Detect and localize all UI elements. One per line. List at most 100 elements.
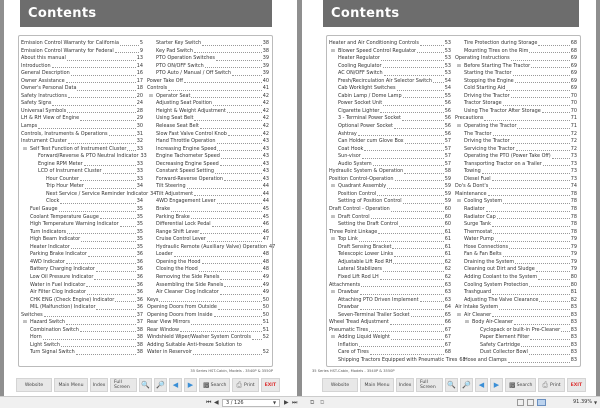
toc-entry[interactable]: Position Control 59 [329, 191, 451, 199]
toc-entry[interactable]: Introduction 14 [21, 63, 143, 71]
collapse-icon[interactable]: ⊟ [331, 48, 335, 56]
toc-entry[interactable]: PTO ON/OFF Switch 39 [147, 63, 269, 71]
toc-entry[interactable]: Battery Charging Indicator 36 [21, 266, 143, 274]
exit-button[interactable]: EXIT [566, 378, 587, 392]
collapse-icon[interactable]: ⊟ [457, 312, 461, 320]
toc-entry[interactable]: LCD of Instrument Cluster 33 [21, 168, 143, 176]
toc-entry[interactable]: Emission Control Warranty for Federal 9 [21, 48, 143, 56]
toc-entry[interactable]: Lamps 30 [21, 123, 143, 131]
toc-entry[interactable]: Tractor Storage 70 [455, 100, 577, 108]
collapse-icon[interactable]: ⊟ [149, 93, 153, 101]
previous-page-icon[interactable]: ◀ [214, 399, 219, 406]
toc-entry[interactable]: Height & Weight Adjustment 42 [147, 108, 269, 116]
toc-entry[interactable]: Radiator 78 [455, 206, 577, 214]
toc-entry[interactable]: ⊟ Blower Speed Control Regulator 53 [329, 48, 451, 56]
toc-entry[interactable]: Cooling System Protection 80 [455, 282, 577, 290]
toc-entry[interactable]: Servicing the Tractor 72 [455, 146, 577, 154]
toc-entry[interactable]: Constant Speed Setting 43 [147, 168, 269, 176]
toc-entry[interactable]: Adjustable Lift Rod RH 62 [329, 259, 451, 267]
toc-entry[interactable]: Light Switch 38 [21, 342, 143, 350]
toc-entry[interactable]: Air Filter Clog Indicator 36 [21, 289, 143, 297]
website-button[interactable]: Website [322, 378, 358, 392]
toc-entry[interactable]: Instrument Cluster 32 [21, 138, 143, 146]
toc-entry[interactable]: Hose Connections 79 [455, 244, 577, 252]
toc-entry[interactable]: Draft Control - Operation 60 [329, 206, 451, 214]
toc-entry[interactable]: The Tractor 72 [455, 131, 577, 139]
search-button[interactable]: ▩ Search [505, 378, 537, 392]
toc-entry[interactable]: Parking Brake 45 [147, 214, 269, 222]
toc-entry[interactable]: 4WD Engagement Lever 44 [147, 198, 269, 206]
toc-entry[interactable]: Forward/Reverse & PTO Neutral Indicator 3… [21, 153, 147, 161]
toc-entry[interactable]: Safety Cartridge 83 [455, 342, 577, 350]
toc-entry[interactable]: 3 - Terminal Power Socket 56 [329, 115, 451, 123]
toc-entry[interactable]: Drawbar 64 [329, 304, 451, 312]
toc-entry[interactable]: Hour Counter 33 [21, 176, 143, 184]
toc-entry[interactable]: Hydraulic Remote (Auxiliary Valve) Opera… [147, 244, 275, 252]
toc-entry[interactable]: Pneumatic Tires 67 [329, 327, 451, 335]
toc-entry[interactable]: Range Shift Lever 46 [147, 229, 269, 237]
toc-entry[interactable]: PTO Auto / Manual / Off Switch 39 [147, 70, 269, 78]
toc-entry[interactable]: Cyclopack or built-in Pre-Cleaner 83 [455, 327, 577, 335]
toc-entry[interactable]: Cruise Control Lever 47 [147, 236, 269, 244]
first-page-icon[interactable]: ⏮ [206, 399, 211, 407]
toc-entry[interactable]: ⊟ Operating the Tractor 71 [455, 123, 577, 131]
toc-entry[interactable]: Owner Assistance 17 [21, 78, 143, 86]
full-screen-button[interactable]: Full Screen [416, 378, 443, 392]
last-page-icon[interactable]: ⏭ [292, 399, 297, 407]
website-button[interactable]: Website [16, 378, 52, 392]
main-menu-button[interactable]: Main Menu [360, 378, 394, 392]
toc-entry[interactable]: Fuel Gauge 35 [21, 206, 143, 214]
toc-entry[interactable]: Release Seat Belt 42 [147, 123, 269, 131]
toc-entry[interactable]: Draining the System 79 [455, 259, 577, 267]
toc-entry[interactable]: Trip Hour Meter 34 [21, 183, 143, 191]
collapse-icon[interactable]: ⊟ [331, 183, 335, 191]
toc-entry[interactable]: ⊟ Adding Liquid Weight 67 [329, 334, 451, 342]
toc-entry[interactable]: Windshield Wiper/Washer System Controls 5… [147, 334, 269, 342]
toc-entry[interactable]: Safety Signs 24 [21, 100, 143, 108]
toc-entry[interactable]: Cigarette Lighter 56 [329, 108, 451, 116]
toc-entry[interactable]: Optional Power Socket 56 [329, 123, 451, 131]
toc-entry[interactable]: High Beam Indicator 35 [21, 236, 143, 244]
toc-entry[interactable]: Dust Collector Bowl 83 [455, 349, 577, 357]
toc-entry[interactable]: Differential Lock Pedal 46 [147, 221, 269, 229]
toc-entry[interactable]: Power Take Off 40 [147, 78, 269, 86]
collapse-icon[interactable]: ⊟ [331, 289, 335, 297]
toc-entry[interactable]: Rear View Mirrors 51 [147, 319, 269, 327]
main-menu-button[interactable]: Main Menu [54, 378, 88, 392]
next-page-icon[interactable]: ▶ [184, 378, 197, 392]
toc-entry[interactable]: Heater Indicator 35 [21, 244, 143, 252]
collapse-icon[interactable]: ⊟ [331, 236, 335, 244]
toc-entry[interactable]: CHK ENG (Check Engine) Indicator 36 [21, 297, 143, 305]
paste-icon[interactable]: ⧉ [320, 399, 324, 407]
toc-entry[interactable]: Attachments 63 [329, 282, 451, 290]
toc-entry[interactable]: Do's & Dont's 74 [455, 183, 577, 191]
toc-entry[interactable]: Adding Coolant to the System 80 [455, 274, 577, 282]
toc-entry[interactable]: Position Control-Operation 59 [329, 176, 451, 184]
print-button[interactable]: ⎙ Print [538, 378, 565, 392]
copy-icon[interactable]: ⧉ [310, 399, 314, 407]
toc-entry[interactable]: 4WD Indicator 36 [21, 259, 143, 267]
collapse-icon[interactable]: ⊟ [23, 146, 27, 154]
toc-entry[interactable]: Heater Regulator 53 [329, 55, 451, 63]
zoom-in-icon[interactable]: 🔍 [445, 378, 458, 392]
toc-entry[interactable]: Assembling the Side Panels 49 [147, 282, 269, 290]
toc-entry[interactable]: Using Seat Belt 42 [147, 115, 269, 123]
toc-entry[interactable]: Paper Element Filter 83 [455, 334, 577, 342]
toc-entry[interactable]: ⊟ Quadrant Assembly 59 [329, 183, 451, 191]
toc-entry[interactable]: Heater and Air Conditioning Controls 53 [329, 40, 451, 48]
toc-entry[interactable]: Ashtray 56 [329, 131, 451, 139]
toc-entry[interactable]: Tire Protection during Storage 68 [455, 40, 577, 48]
toc-entry[interactable]: Cabin Lamp / Dome Lamp 55 [329, 93, 451, 101]
toc-entry[interactable]: Removing the Side Panels 49 [147, 274, 269, 282]
exit-button[interactable]: EXIT [260, 378, 281, 392]
toc-entry[interactable]: Water in Fuel Indicator 36 [21, 282, 143, 290]
toc-entry[interactable]: Key Pad Switch 38 [147, 48, 269, 56]
toc-entry[interactable]: Air Cleaner Clog Indicator 49 [147, 289, 269, 297]
toc-entry[interactable]: Opening Doors from Inside 50 [147, 312, 269, 320]
toc-entry[interactable]: Precautions 71 [455, 115, 577, 123]
toc-entry[interactable]: Hose and Clamps 83 [455, 357, 577, 365]
toc-entry[interactable]: Combination Switch 38 [21, 327, 143, 335]
toc-entry[interactable]: Controls 41 [147, 85, 269, 93]
toc-entry[interactable]: Turn Signal Switch 38 [21, 349, 143, 357]
toc-entry[interactable]: Transporting Tractor on a Trailer 73 [455, 161, 577, 169]
